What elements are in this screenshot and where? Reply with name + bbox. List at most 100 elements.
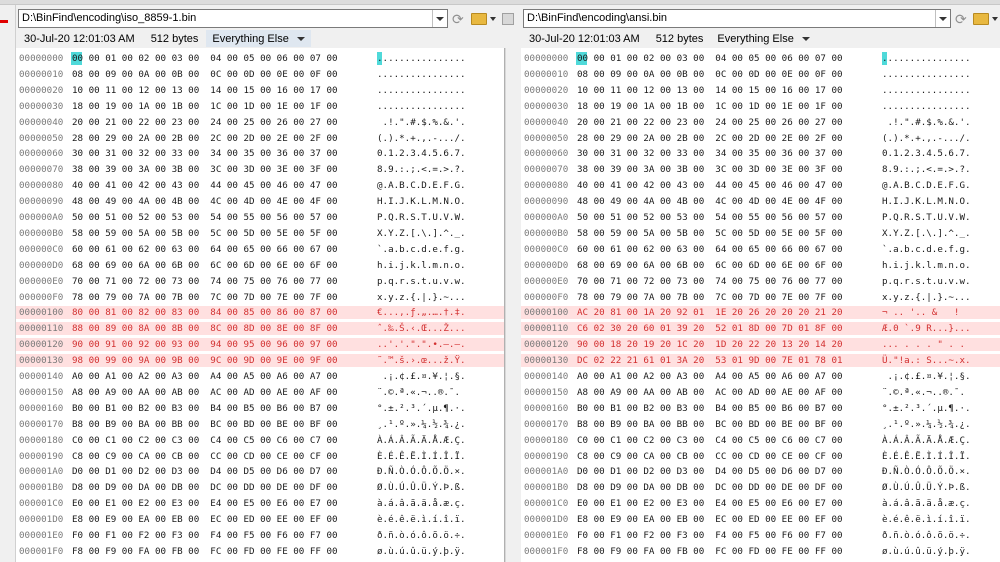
row-hex-bytes[interactable]: 70 00 71 00 72 00 73 00 74 00 75 00 76 0… [72,275,338,288]
hex-row[interactable]: 00000070 38 00 39 00 3A 00 3B 00 3C 00 3D… [16,163,504,176]
row-hex-bytes[interactable]: D8 00 D9 00 DA 00 DB 00 DC 00 DD 00 DE 0… [72,481,338,494]
row-ascii[interactable]: (.).*.+.,.-.../. [377,132,466,145]
hex-row[interactable]: 00000120 90 00 18 20 19 20 1C 20 1D 20 22… [521,338,1000,352]
row-ascii[interactable]: `.a.b.c.d.e.f.g. [882,243,971,256]
hex-row[interactable]: 00000040 20 00 21 00 22 00 23 00 24 00 25… [16,116,504,129]
row-hex-bytes[interactable]: 68 00 69 00 6A 00 6B 00 6C 00 6D 00 6E 0… [72,259,338,272]
row-hex-bytes[interactable]: 90 00 91 00 92 00 93 00 94 00 95 00 96 0… [72,338,338,351]
hex-row[interactable]: 000001D0 E8 00 E9 00 EA 00 EB 00 EC 00 ED… [521,513,1000,526]
right-filter-select[interactable]: Everything Else [711,30,815,47]
row-hex-bytes[interactable]: C0 00 C1 00 C2 00 C3 00 C4 00 C5 00 C6 0… [72,434,338,447]
row-ascii[interactable]: @.A.B.C.D.E.F.G. [377,179,466,192]
hex-row[interactable]: 000000E0 70 00 71 00 72 00 73 00 74 00 75… [16,275,504,288]
row-ascii[interactable]: È.É.Ê.Ë.Ì.Í.Î.Ï. [882,450,971,463]
hex-row[interactable]: 00000000 00 00 01 00 02 00 03 00 04 00 05… [16,52,504,65]
hex-row[interactable]: 000001C0 E0 00 E1 00 E2 00 E3 00 E4 00 E5… [16,497,504,510]
row-hex-bytes[interactable]: A0 00 A1 00 A2 00 A3 00 A4 00 A5 00 A6 0… [577,370,843,383]
row-hex-bytes[interactable]: B8 00 B9 00 BA 00 BB 00 BC 00 BD 00 BE 0… [72,418,338,431]
row-hex-bytes[interactable]: 50 00 51 00 52 00 53 00 54 00 55 00 56 0… [577,211,843,224]
row-ascii[interactable]: ..'.'.".".•.–.—. [377,338,466,351]
row-ascii[interactable]: h.i.j.k.l.m.n.o. [882,259,971,272]
hex-row[interactable]: 00000120 90 00 91 00 92 00 93 00 94 00 95… [16,338,504,352]
row-hex-bytes[interactable]: 08 00 09 00 0A 00 0B 00 0C 00 0D 00 0E 0… [577,68,843,81]
hex-row[interactable]: 00000170 B8 00 B9 00 BA 00 BB 00 BC 00 BD… [16,418,504,431]
row-ascii[interactable]: Ð.Ñ.Ò.Ó.Ô.Õ.Ö.×. [882,465,971,478]
hex-row[interactable]: 00000180 C0 00 C1 00 C2 00 C3 00 C4 00 C5… [521,434,1000,447]
row-ascii[interactable]: ø.ù.ú.û.ü.ý.þ.ÿ. [882,545,971,558]
row-ascii[interactable]: ¨.©.ª.«.¬.­.®.¯. [377,386,460,399]
row-ascii[interactable]: .!.".#.$.%.&.'. [882,116,971,129]
hex-row[interactable]: 000000C0 60 00 61 00 62 00 63 00 64 00 65… [16,243,504,256]
row-hex-bytes[interactable]: F0 00 F1 00 F2 00 F3 00 F4 00 F5 00 F6 0… [577,529,843,542]
folder-open-icon[interactable] [973,11,989,27]
row-ascii[interactable]: .¡.¢.£.¤.¥.¦.§. [377,370,466,383]
row-hex-bytes[interactable]: D0 00 D1 00 D2 00 D3 00 D4 00 D5 00 D6 0… [72,465,338,478]
hex-row[interactable]: 00000100 AC 20 81 00 1A 20 92 01 1E 20 26… [521,306,1000,320]
row-hex-bytes[interactable]: 78 00 79 00 7A 00 7B 00 7C 00 7D 00 7E 0… [72,291,338,304]
row-hex-bytes[interactable]: 48 00 49 00 4A 00 4B 00 4C 00 4D 00 4E 0… [72,195,338,208]
row-ascii[interactable]: ................ [882,84,971,97]
row-hex-bytes[interactable]: 10 00 11 00 12 00 13 00 14 00 15 00 16 0… [577,84,843,97]
hex-row[interactable]: 00000010 08 00 09 00 0A 00 0B 00 0C 00 0D… [521,68,1000,81]
row-hex-bytes[interactable]: 60 00 61 00 62 00 63 00 64 00 65 00 66 0… [72,243,338,256]
hex-row[interactable]: 00000050 28 00 29 00 2A 00 2B 00 2C 00 2D… [16,132,504,145]
hex-row[interactable]: 00000190 C8 00 C9 00 CA 00 CB 00 CC 00 CD… [521,450,1000,463]
row-hex-bytes[interactable]: E8 00 E9 00 EA 00 EB 00 EC 00 ED 00 EE 0… [577,513,843,526]
row-hex-bytes[interactable]: A8 00 A9 00 AA 00 AB 00 AC 00 AD 00 AE 0… [72,386,338,399]
row-hex-bytes[interactable]: D0 00 D1 00 D2 00 D3 00 D4 00 D5 00 D6 0… [577,465,843,478]
hex-row[interactable]: 00000070 38 00 39 00 3A 00 3B 00 3C 00 3D… [521,163,1000,176]
hex-row[interactable]: 00000050 28 00 29 00 2A 00 2B 00 2C 00 2D… [521,132,1000,145]
hex-row[interactable]: 00000080 40 00 41 00 42 00 43 00 44 00 45… [521,179,1000,192]
row-ascii[interactable]: @.A.B.C.D.E.F.G. [882,179,971,192]
row-hex-bytes[interactable]: 90 00 18 20 19 20 1C 20 1D 20 22 20 13 2… [577,338,843,351]
hex-row[interactable]: 00000020 10 00 11 00 12 00 13 00 14 00 15… [16,84,504,97]
hex-row[interactable]: 00000140 A0 00 A1 00 A2 00 A3 00 A4 00 A5… [521,370,1000,383]
row-ascii[interactable]: ø.ù.ú.û.ü.ý.þ.ÿ. [377,545,466,558]
left-path-combobox[interactable]: D:\BinFind\encoding\iso_8859-1.bin [18,9,448,28]
row-hex-bytes[interactable]: 40 00 41 00 42 00 43 00 44 00 45 00 46 0… [577,179,843,192]
row-ascii[interactable]: ¸.¹.º.».¼.½.¾.¿. [882,418,971,431]
hex-row[interactable]: 00000190 C8 00 C9 00 CA 00 CB 00 CC 00 CD… [16,450,504,463]
folder-open-icon[interactable] [471,11,487,27]
row-ascii[interactable]: P.Q.R.S.T.U.V.W. [882,211,971,224]
row-ascii[interactable]: ................ [882,52,971,65]
hex-row[interactable]: 000001B0 D8 00 D9 00 DA 00 DB 00 DC 00 DD… [521,481,1000,494]
hex-row[interactable]: 00000020 10 00 11 00 12 00 13 00 14 00 15… [521,84,1000,97]
row-ascii[interactable]: ... . . . " . . [882,338,971,351]
left-path-dropdown[interactable] [432,10,447,27]
reload-icon[interactable]: ⟳ [955,11,967,27]
row-ascii[interactable]: à.á.â.ã.ä.å.æ.ç. [377,497,466,510]
row-ascii[interactable]: 0.1.2.3.4.5.6.7. [377,147,466,160]
hex-row[interactable]: 000000A0 50 00 51 00 52 00 53 00 54 00 55… [521,211,1000,224]
row-hex-bytes[interactable]: A0 00 A1 00 A2 00 A3 00 A4 00 A5 00 A6 0… [72,370,338,383]
hex-row[interactable]: 00000030 18 00 19 00 1A 00 1B 00 1C 00 1D… [16,100,504,113]
hex-row[interactable]: 00000130 DC 02 22 21 61 01 3A 20 53 01 9D… [521,354,1000,368]
hex-row[interactable]: 00000160 B0 00 B1 00 B2 00 B3 00 B4 00 B5… [521,402,1000,415]
row-hex-bytes[interactable]: 00 00 01 00 02 00 03 00 04 00 05 00 06 0… [577,52,843,65]
row-hex-bytes[interactable]: 20 00 21 00 22 00 23 00 24 00 25 00 26 0… [72,116,338,129]
row-ascii[interactable]: ¬ .. '.. & ! [882,306,965,319]
row-hex-bytes[interactable]: 58 00 59 00 5A 00 5B 00 5C 00 5D 00 5E 0… [72,227,338,240]
row-ascii[interactable]: è.é.ê.ë.ì.í.î.ï. [377,513,466,526]
hex-row[interactable]: 00000030 18 00 19 00 1A 00 1B 00 1C 00 1D… [521,100,1000,113]
row-hex-bytes[interactable]: 80 00 81 00 82 00 83 00 84 00 85 00 86 0… [72,306,338,319]
hex-row[interactable]: 00000150 A8 00 A9 00 AA 00 AB 00 AC 00 AD… [16,386,504,399]
hex-row[interactable]: 00000110 C6 02 30 20 60 01 39 20 52 01 8D… [521,322,1000,336]
row-hex-bytes[interactable]: 60 00 61 00 62 00 63 00 64 00 65 00 66 0… [577,243,843,256]
hex-row[interactable]: 00000140 A0 00 A1 00 A2 00 A3 00 A4 00 A5… [16,370,504,383]
row-hex-bytes[interactable]: E0 00 E1 00 E2 00 E3 00 E4 00 E5 00 E6 0… [577,497,843,510]
row-ascii[interactable]: 8.9.:.;.<.=.>.?. [377,163,466,176]
right-path-combobox[interactable]: D:\BinFind\encoding\ansi.bin [523,9,951,28]
hex-row[interactable]: 00000060 30 00 31 00 32 00 33 00 34 00 35… [521,147,1000,160]
hex-row[interactable]: 00000010 08 00 09 00 0A 00 0B 00 0C 00 0D… [16,68,504,81]
row-hex-bytes[interactable]: B0 00 B1 00 B2 00 B3 00 B4 00 B5 00 B6 0… [72,402,338,415]
row-ascii[interactable]: ¨.©.ª.«.¬.­.®.¯. [882,386,965,399]
hex-row[interactable]: 00000100 80 00 81 00 82 00 83 00 84 00 85… [16,306,504,320]
row-ascii[interactable]: (.).*.+.,.-.../. [882,132,971,145]
row-hex-bytes[interactable]: F8 00 F9 00 FA 00 FB 00 FC 00 FD 00 FE 0… [72,545,338,558]
hex-row[interactable]: 000001A0 D0 00 D1 00 D2 00 D3 00 D4 00 D5… [16,465,504,478]
row-ascii[interactable]: Ø.Ù.Ú.Û.Ü.Ý.Þ.ß. [377,481,466,494]
row-ascii[interactable]: €...‚.ƒ.„.….†.‡. [377,306,466,319]
row-ascii[interactable]: ................ [377,100,466,113]
row-ascii[interactable]: x.y.z.{.|.}.~... [882,291,971,304]
